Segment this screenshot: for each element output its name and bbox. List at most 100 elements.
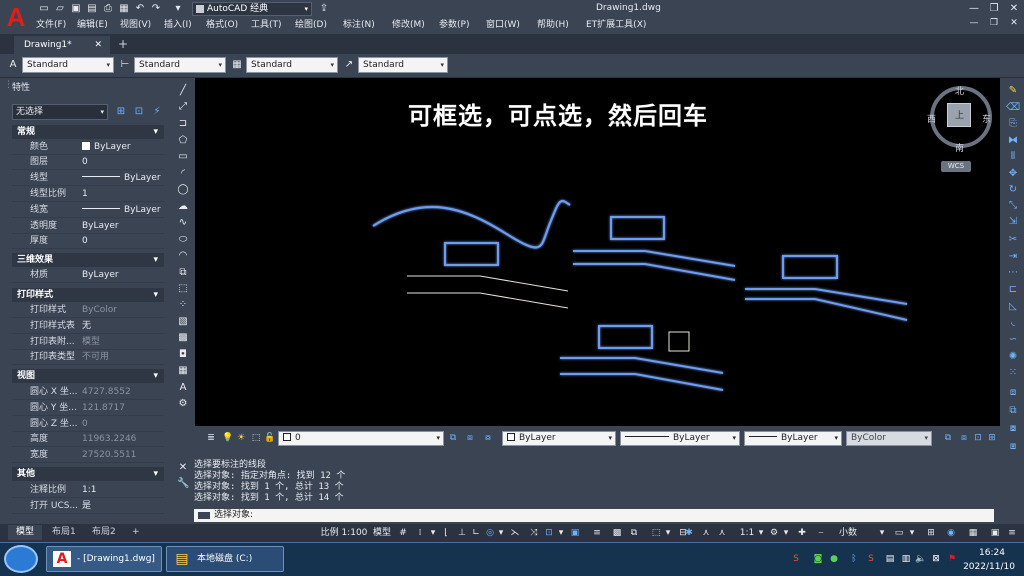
doc-restore-button[interactable]: ❐: [986, 18, 1002, 32]
viewport-scale[interactable]: 比例 1:100: [320, 526, 368, 540]
text-style-dropdown[interactable]: Standard ▾: [22, 57, 114, 73]
clean-screen-icon[interactable]: ▣: [989, 526, 1001, 540]
restore-button[interactable]: ❐: [986, 2, 1002, 16]
menu-dimension[interactable]: 标注(N): [343, 18, 392, 32]
auto-scale-icon[interactable]: ⋏: [716, 526, 728, 540]
object-snap-icon[interactable]: ⊡: [543, 526, 555, 540]
compass-east[interactable]: 东: [982, 112, 991, 125]
prop-row-transparency[interactable]: 透明度 ByLayer: [12, 219, 164, 234]
insert-block-icon[interactable]: ⧉: [176, 266, 190, 280]
snap-icon[interactable]: ⁞: [414, 526, 426, 540]
open-file-icon[interactable]: ▱: [54, 3, 66, 15]
bring-front-icon[interactable]: ⧉: [1006, 404, 1020, 418]
prop-row-center-y[interactable]: 圆心 Y 坐... 121.8717: [12, 401, 164, 416]
menu-format[interactable]: 格式(O): [206, 18, 251, 32]
tray-monitor-icon[interactable]: ▤: [884, 553, 896, 565]
quick-select-icon[interactable]: ⚡: [150, 105, 164, 119]
gizmo-icon[interactable]: ✱: [683, 526, 695, 540]
gradient-icon[interactable]: ▩: [176, 331, 190, 345]
mirror-icon[interactable]: ⧓: [1006, 134, 1020, 148]
layer-on-icon[interactable]: 💡: [222, 432, 234, 444]
transparency-icon[interactable]: ≡: [591, 526, 603, 540]
compass-south[interactable]: 南: [955, 141, 964, 154]
mtext-icon[interactable]: A: [176, 381, 190, 395]
object-snap-tracking-icon[interactable]: ⤨: [528, 526, 540, 540]
customize-icon[interactable]: ≡: [1006, 526, 1018, 540]
layer-freeze-icon[interactable]: ☀: [235, 432, 247, 444]
section-misc[interactable]: 其他 ▾: [12, 467, 164, 481]
selected-rectangle-3[interactable]: [782, 255, 838, 279]
array-icon[interactable]: ⁙: [1006, 366, 1020, 380]
table-icon[interactable]: ▦: [176, 364, 190, 378]
layer-walk-icon[interactable]: ⧈: [958, 432, 970, 444]
menu-view[interactable]: 视图(V): [120, 18, 164, 32]
chevron-down-icon[interactable]: ▾: [878, 526, 886, 540]
prop-row-plot-type[interactable]: 打印表类型 不可用: [12, 350, 164, 365]
taskbar-explorer[interactable]: ▤ 本地磁盘 (C:): [166, 546, 284, 572]
select-objects-icon[interactable]: ⊡: [132, 105, 146, 119]
layer-isolate-icon[interactable]: ⊡: [972, 432, 984, 444]
break-icon[interactable]: ⋯: [1006, 266, 1020, 280]
wrench-icon[interactable]: 🔧: [177, 478, 189, 490]
layer-properties-icon[interactable]: ≣: [205, 432, 217, 444]
isolate-objects-icon[interactable]: ◉: [944, 526, 958, 540]
match-layer-icon[interactable]: ⧉: [942, 432, 954, 444]
tray-app2-icon[interactable]: ●: [828, 553, 840, 565]
tab-layout2[interactable]: 布局2: [84, 525, 124, 540]
circle-icon[interactable]: ◯: [176, 183, 190, 197]
section-3d-effects[interactable]: 三维效果 ▾: [12, 253, 164, 267]
tray-app-icon[interactable]: ◙: [812, 553, 824, 565]
prop-row-color[interactable]: 颜色 ByLayer: [12, 140, 164, 155]
close-icon[interactable]: ✕: [177, 462, 189, 474]
toggle-pickadd-icon[interactable]: ⊞: [114, 105, 128, 119]
brush-icon[interactable]: ✎: [1006, 84, 1020, 98]
linetype-dropdown[interactable]: ByLayer ▾: [620, 431, 740, 446]
line-icon[interactable]: ╱: [176, 84, 190, 98]
bluetooth-icon[interactable]: ᛒ: [848, 553, 860, 565]
prop-row-plot-attached[interactable]: 打印表附... 模型: [12, 335, 164, 350]
close-button[interactable]: ✕: [1006, 2, 1022, 16]
make-current-icon[interactable]: ⧉: [447, 432, 459, 444]
blend-icon[interactable]: ∽: [1006, 333, 1020, 347]
selected-line-5[interactable]: [560, 357, 724, 374]
plotstyle-dropdown[interactable]: ByColor ▾: [846, 431, 932, 446]
text-front-icon[interactable]: ⧆: [1006, 440, 1020, 454]
prop-row-ucs-icon[interactable]: 打开 UCS... 是: [12, 499, 164, 514]
hardware-acceleration-icon[interactable]: ▦: [966, 526, 980, 540]
scale-icon[interactable]: ⤡: [1006, 199, 1020, 213]
menu-help[interactable]: 帮助(H): [537, 18, 586, 32]
menu-draw[interactable]: 绘图(D): [295, 18, 343, 32]
add-selected-icon[interactable]: ⚙: [176, 397, 190, 411]
chevron-down-icon[interactable]: ▾: [429, 526, 437, 540]
menu-insert[interactable]: 插入(I): [164, 18, 206, 32]
print-icon[interactable]: ⎙: [102, 3, 114, 15]
unselected-rectangle[interactable]: [668, 331, 690, 352]
redo-icon[interactable]: ↷: [150, 3, 162, 15]
prop-row-plot-style[interactable]: 打印样式 ByColor: [12, 303, 164, 318]
workspace-gear-icon[interactable]: ⚙: [768, 526, 780, 540]
print-preview-icon[interactable]: ▦: [118, 3, 130, 15]
doc-close-button[interactable]: ✕: [1006, 18, 1022, 32]
close-icon[interactable]: ✕: [94, 36, 102, 54]
construction-line-icon[interactable]: ⤢: [176, 100, 190, 114]
draw-order-icon[interactable]: ⧈: [1006, 386, 1020, 400]
layer-states-icon[interactable]: ⧇: [482, 432, 494, 444]
isometric-icon[interactable]: ⋋: [509, 526, 521, 540]
lineweight-dropdown[interactable]: ByLayer ▾: [744, 431, 842, 446]
dynamic-input-icon[interactable]: ⊥: [456, 526, 468, 540]
region-icon[interactable]: ◘: [176, 348, 190, 362]
explode-icon[interactable]: ✺: [1006, 350, 1020, 364]
stretch-icon[interactable]: ⇲: [1006, 215, 1020, 229]
selected-line-4[interactable]: [745, 298, 908, 321]
chevron-down-icon[interactable]: ▾: [664, 526, 672, 540]
layer-dropdown[interactable]: 0 ▾: [278, 431, 444, 446]
compass-north[interactable]: 北: [955, 84, 964, 97]
menu-file[interactable]: 文件(F): [36, 18, 77, 32]
polygon-icon[interactable]: ⬠: [176, 134, 190, 148]
prop-row-linetype-scale[interactable]: 线型比例 1: [12, 187, 164, 202]
security-icon[interactable]: S: [865, 553, 877, 565]
selected-rectangle-2[interactable]: [610, 216, 665, 240]
prop-row-lineweight[interactable]: 线宽 ByLayer: [12, 203, 164, 218]
quick-access-dropdown-icon[interactable]: ▾: [172, 3, 184, 15]
clock-time[interactable]: 16:24: [970, 548, 1014, 558]
